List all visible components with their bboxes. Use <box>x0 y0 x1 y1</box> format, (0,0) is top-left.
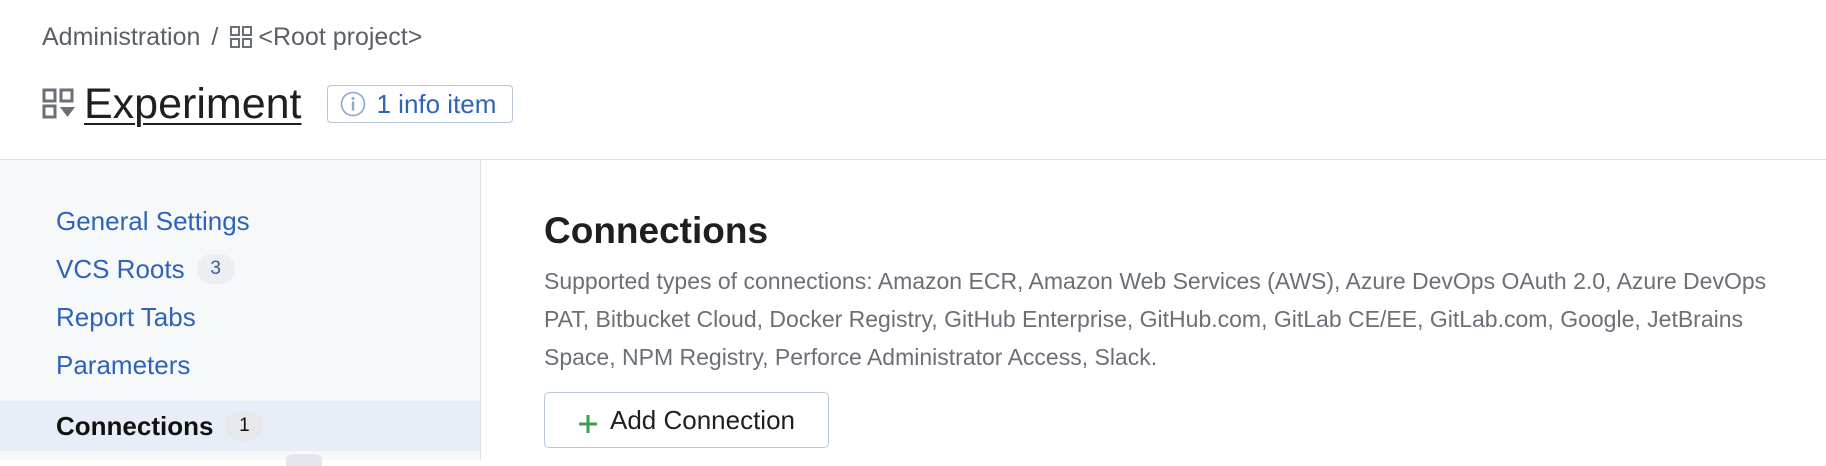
sidebar-item-connections[interactable]: Connections 1 <box>0 401 480 451</box>
sidebar-item-report-tabs[interactable]: Report Tabs <box>0 293 480 341</box>
section-title: Connections <box>544 210 769 251</box>
page-header: Administration / <Root project> Experime… <box>0 0 1826 160</box>
breadcrumb-root-project-link[interactable]: <Root project> <box>258 23 422 52</box>
info-circle-icon <box>340 91 366 117</box>
add-connection-button[interactable]: Add Connection <box>544 392 829 448</box>
main-content: Connections Supported types of connectio… <box>481 160 1826 460</box>
breadcrumb: Administration / <Root project> <box>42 20 422 54</box>
connections-description: Supported types of connections: Amazon E… <box>544 268 1767 370</box>
info-badge-label: 1 info item <box>376 88 497 119</box>
sidebar-item-general-settings[interactable]: General Settings <box>0 197 480 245</box>
count-badge: 1 <box>225 411 264 441</box>
breadcrumb-administration-link[interactable]: Administration <box>42 23 200 52</box>
breadcrumb-separator: / <box>211 22 219 51</box>
info-items-badge[interactable]: 1 info item <box>327 85 514 123</box>
page-title[interactable]: Experiment <box>84 80 301 129</box>
count-badge: 3 <box>196 254 235 284</box>
sidebar-item-label: Report Tabs <box>56 301 196 332</box>
next-item-badge-peek <box>286 454 322 466</box>
sidebar-item-vcs-roots[interactable]: VCS Roots 3 <box>0 245 480 293</box>
add-connection-label: Add Connection <box>609 404 796 435</box>
project-grid-icon <box>230 26 253 48</box>
build-config-icon <box>42 87 76 121</box>
sidebar-item-label: VCS Roots <box>56 253 185 284</box>
sidebar-item-label: General Settings <box>56 205 250 236</box>
sidebar-item-label: Connections <box>56 410 214 441</box>
title-row: Experiment 1 info item <box>42 78 514 130</box>
sidebar-item-label: Parameters <box>56 349 191 380</box>
sidebar-item-parameters[interactable]: Parameters <box>0 341 480 389</box>
settings-sidebar: General Settings VCS Roots 3 Report Tabs… <box>0 160 481 466</box>
plus-icon <box>578 410 598 433</box>
